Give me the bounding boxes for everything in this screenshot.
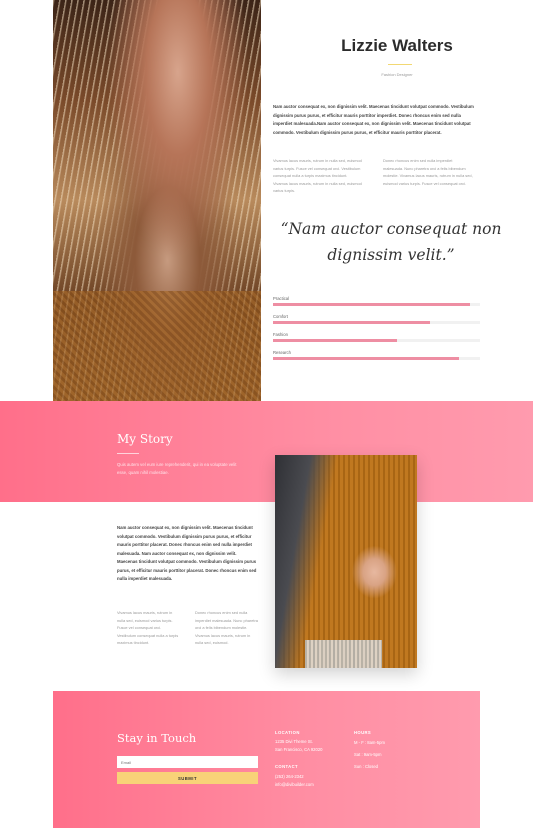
story-divider (117, 453, 139, 454)
skill-label: Research (273, 350, 291, 355)
skill-label: Practical (273, 296, 290, 301)
location-line: San Francisco, CA 92020 (275, 747, 323, 752)
name-divider (388, 64, 412, 65)
hero-portrait-image (53, 0, 261, 401)
phone-text: (253) 264-2342 (275, 774, 304, 779)
contact-heading: CONTACT (275, 764, 298, 769)
skill-bar: Research (273, 350, 480, 360)
profile-column-right: Donec rhoncus enim sed nulla imperdiet m… (383, 158, 473, 186)
skill-track (273, 357, 480, 360)
location-line: 1235 Divi Theme St. (275, 739, 313, 744)
hours-line: Sun : Closed (354, 764, 378, 769)
story-image (275, 455, 417, 668)
story-title: My Story (117, 432, 173, 446)
skill-fill (273, 321, 431, 324)
profile-quote: “Nam auctor consequat non dignissim veli… (280, 220, 502, 264)
skill-fill (273, 303, 470, 306)
skill-label: Comfort (273, 314, 288, 319)
skill-fill (273, 339, 398, 342)
skill-fill (273, 357, 460, 360)
skill-track (273, 321, 480, 324)
hours-line: M - F : 8am-5pm (354, 740, 385, 745)
story-column-left: Vivamus lacus mauris, rutrum in nulla se… (117, 610, 179, 645)
hours-line: Sat : 9am-5pm (354, 752, 382, 757)
email-link[interactable]: info@divibuilder.com (275, 781, 314, 789)
skill-track (273, 303, 480, 306)
contact-title: Stay in Touch (117, 731, 197, 745)
story-body: Nam auctor consequat ex, non dignissim v… (117, 525, 257, 581)
profile-section: Lizzie Walters Fashion Designer Nam auct… (261, 0, 533, 401)
email-field[interactable] (117, 756, 258, 768)
story-column-right: Donec rhoncus enim sed nulla imperdiet m… (195, 610, 258, 645)
skill-bar: Fashion (273, 332, 480, 342)
skill-label: Fashion (273, 332, 288, 337)
submit-button[interactable]: SUBMIT (117, 772, 258, 784)
skill-bar: Practical (273, 296, 480, 306)
location-heading: LOCATION (275, 730, 300, 735)
profile-intro: Nam auctor consequat ex, non dignissim v… (273, 104, 474, 135)
profile-column-left: Vivamus lacus mauris, rutrum in nulla se… (273, 158, 362, 193)
profile-name: Lizzie Walters (341, 36, 453, 55)
skill-bar: Comfort (273, 314, 480, 324)
hours-heading: HOURS (354, 730, 372, 735)
skill-track (273, 339, 480, 342)
story-banner (0, 401, 533, 502)
story-subtitle: Quis autem vel eum iure reprehenderit, q… (117, 462, 237, 475)
profile-role: Fashion Designer (381, 72, 413, 77)
